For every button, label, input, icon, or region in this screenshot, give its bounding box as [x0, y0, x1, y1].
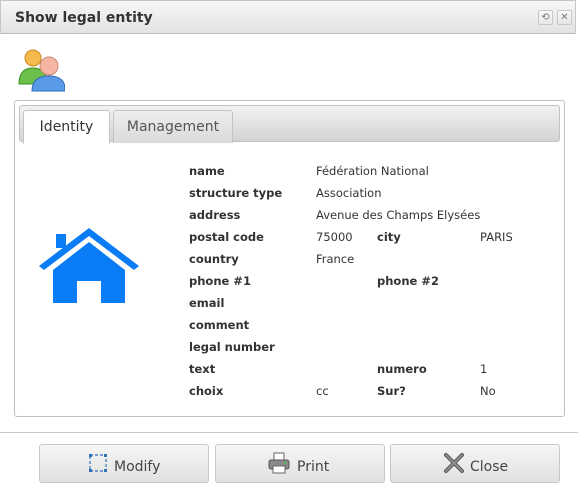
window-title: Show legal entity — [15, 10, 153, 26]
footer-divider — [0, 432, 578, 433]
tab-management[interactable]: Management — [113, 110, 233, 143]
email-label: email — [189, 296, 225, 310]
close-icon[interactable]: ✕ — [557, 10, 572, 25]
name-label: name — [189, 164, 225, 178]
postal-code-label: postal code — [189, 230, 264, 244]
phone1-label: phone #1 — [189, 274, 251, 288]
sur-label: Sur? — [377, 384, 406, 398]
tab-strip: Identity Management — [19, 105, 560, 144]
print-button[interactable]: Print — [215, 444, 385, 483]
modify-button-label: Modify — [114, 459, 161, 475]
modify-button[interactable]: Modify — [39, 444, 209, 483]
close-x-icon — [444, 453, 464, 473]
printer-icon — [268, 452, 290, 474]
close-button-label: Close — [470, 459, 509, 475]
address-value: Avenue des Champs Elysées — [316, 208, 481, 222]
window-titlebar: Show legal entity ⟲ ✕ — [0, 0, 576, 34]
numero-value: 1 — [480, 362, 488, 376]
restore-icon[interactable]: ⟲ — [538, 10, 553, 25]
modify-icon — [89, 454, 107, 472]
name-value: Fédération National — [316, 164, 429, 178]
phone2-label: phone #2 — [377, 274, 439, 288]
structure-type-label: structure type — [189, 186, 283, 200]
numero-label: numero — [377, 362, 427, 376]
choix-label: choix — [189, 384, 224, 398]
country-value: France — [316, 252, 355, 266]
choix-value: cc — [316, 384, 329, 398]
users-icon — [18, 49, 65, 92]
postal-code-value: 75000 — [316, 230, 353, 244]
city-value: PARIS — [480, 230, 513, 244]
text-label: text — [189, 362, 216, 376]
country-label: country — [189, 252, 239, 266]
city-label: city — [377, 230, 401, 244]
comment-label: comment — [189, 318, 250, 332]
print-button-label: Print — [297, 459, 330, 475]
sur-value: No — [480, 384, 496, 398]
close-button[interactable]: Close — [390, 444, 560, 483]
legal-number-label: legal number — [189, 340, 275, 354]
tab-identity[interactable]: Identity — [23, 110, 110, 144]
house-icon — [39, 228, 139, 303]
address-label: address — [189, 208, 241, 222]
structure-type-value: Association — [316, 186, 382, 200]
